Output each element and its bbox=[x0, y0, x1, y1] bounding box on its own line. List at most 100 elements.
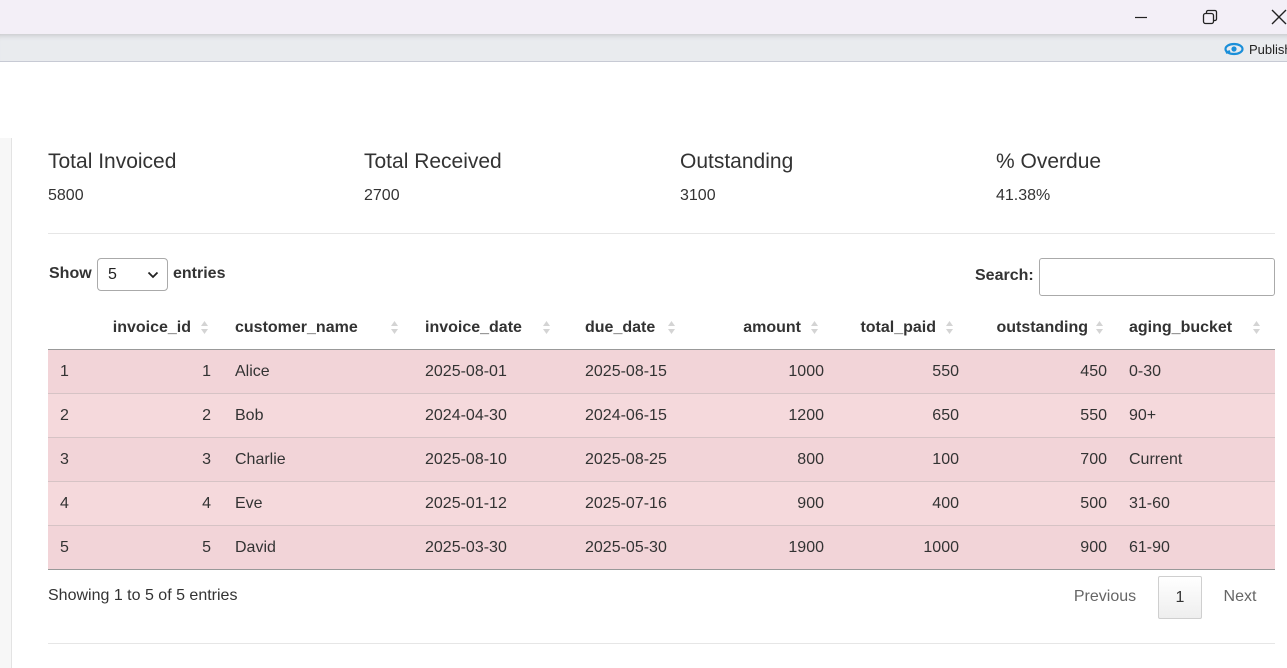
publish-icon bbox=[1224, 42, 1244, 56]
outstanding-cell: 700 bbox=[968, 437, 1116, 482]
column-header-invoice-id[interactable]: invoice_id bbox=[98, 306, 223, 350]
table-row[interactable]: 1 1 Alice 2025-08-01 2025-08-15 1000 550… bbox=[48, 349, 1275, 394]
invoice-id-cell: 5 bbox=[98, 525, 223, 570]
outstanding-cell: 900 bbox=[968, 525, 1116, 570]
divider bbox=[48, 643, 1275, 644]
row-index-cell: 1 bbox=[60, 362, 69, 380]
invoice-id-cell: 3 bbox=[98, 437, 223, 482]
kpi-percent-overdue-label: % Overdue bbox=[996, 150, 1102, 173]
column-header-label: aging_bucket bbox=[1129, 318, 1233, 336]
customer-name-cell: Eve bbox=[223, 481, 413, 526]
sort-icon bbox=[1253, 321, 1260, 334]
column-header-invoice-date[interactable]: invoice_date bbox=[413, 306, 573, 350]
amount-cell: 1900 bbox=[698, 525, 833, 570]
total-paid-cell: 650 bbox=[833, 393, 968, 438]
column-header-outstanding[interactable]: outstanding bbox=[968, 306, 1116, 350]
kpi-total-invoiced-label: Total Invoiced bbox=[48, 150, 177, 173]
search-label: Search: bbox=[975, 267, 1034, 284]
amount-cell: 1000 bbox=[788, 362, 824, 380]
due-date-cell: 2025-08-15 bbox=[585, 362, 667, 380]
outstanding-cell: 450 bbox=[1080, 362, 1107, 380]
entries-label: entries bbox=[173, 265, 226, 282]
sort-icon bbox=[668, 321, 675, 334]
sort-icon bbox=[1096, 321, 1103, 334]
column-header-amount[interactable]: amount bbox=[698, 306, 833, 350]
customer-name-cell: Alice bbox=[235, 362, 270, 380]
close-icon bbox=[1271, 9, 1287, 25]
invoice-date-cell: 2025-08-10 bbox=[413, 437, 573, 482]
invoice-date-cell: 2025-03-30 bbox=[413, 525, 573, 570]
kpi-total-received-value: 2700 bbox=[364, 187, 400, 204]
aging-bucket-cell: 61-90 bbox=[1116, 525, 1275, 570]
kpi-percent-overdue-value: 41.38% bbox=[996, 187, 1051, 204]
invoice-id-cell: 1 bbox=[202, 362, 211, 380]
show-label: Show bbox=[49, 265, 92, 282]
sidebar-panel-edge bbox=[0, 138, 12, 668]
sort-icon bbox=[543, 321, 550, 334]
customer-name-cell: David bbox=[223, 525, 413, 570]
invoice-date-cell: 2025-08-01 bbox=[425, 362, 507, 380]
sort-icon bbox=[811, 321, 818, 334]
minimize-icon bbox=[1135, 16, 1147, 19]
invoice-id-cell: 4 bbox=[98, 481, 223, 526]
sort-icon bbox=[946, 321, 953, 334]
pagination-next-button[interactable]: Next bbox=[1212, 577, 1268, 617]
kpi-outstanding-label: Outstanding bbox=[680, 150, 794, 173]
outstanding-cell: 550 bbox=[968, 393, 1116, 438]
sort-icon bbox=[201, 321, 208, 334]
total-paid-cell: 1000 bbox=[833, 525, 968, 570]
column-header-label: due_date bbox=[585, 318, 656, 336]
table-row[interactable]: 3 3 Charlie 2025-08-10 2025-08-25 800 10… bbox=[48, 437, 1275, 482]
table-row[interactable]: 5 5 David 2025-03-30 2025-05-30 1900 100… bbox=[48, 525, 1275, 570]
due-date-cell: 2024-06-15 bbox=[573, 393, 698, 438]
table-row[interactable]: 4 4 Eve 2025-01-12 2025-07-16 900 400 50… bbox=[48, 481, 1275, 526]
invoice-date-cell: 2024-04-30 bbox=[413, 393, 573, 438]
viewer-toolbar: Publish bbox=[0, 34, 1287, 62]
table-row[interactable]: 2 2 Bob 2024-04-30 2024-06-15 1200 650 5… bbox=[48, 393, 1275, 438]
search-input[interactable] bbox=[1039, 258, 1275, 296]
total-paid-cell: 100 bbox=[833, 437, 968, 482]
amount-cell: 900 bbox=[698, 481, 833, 526]
minimize-button[interactable] bbox=[1118, 0, 1164, 34]
outstanding-cell: 500 bbox=[968, 481, 1116, 526]
column-header-due-date[interactable]: due_date bbox=[573, 306, 698, 350]
pagination-previous-button[interactable]: Previous bbox=[1063, 577, 1147, 617]
aging-bucket-cell: 0-30 bbox=[1129, 362, 1162, 380]
pagination-page-1[interactable]: 1 bbox=[1158, 576, 1202, 619]
column-header-customer-name[interactable]: customer_name bbox=[223, 306, 413, 350]
amount-cell: 800 bbox=[698, 437, 833, 482]
total-paid-cell: 400 bbox=[833, 481, 968, 526]
row-index-header bbox=[48, 306, 98, 350]
column-header-aging-bucket[interactable]: aging_bucket bbox=[1116, 306, 1275, 350]
divider bbox=[48, 233, 1275, 234]
row-index-cell: 3 bbox=[48, 437, 98, 482]
aging-bucket-cell: Current bbox=[1116, 437, 1275, 482]
column-header-total-paid[interactable]: total_paid bbox=[833, 306, 968, 350]
sort-icon bbox=[391, 321, 398, 334]
table-info: Showing 1 to 5 of 5 entries bbox=[48, 587, 238, 604]
column-header-label: amount bbox=[743, 318, 801, 336]
invoice-table: invoice_id customer_name invoice_date du… bbox=[48, 306, 1275, 570]
invoice-id-cell: 2 bbox=[98, 393, 223, 438]
close-button[interactable] bbox=[1256, 0, 1287, 34]
kpi-total-invoiced-value: 5800 bbox=[48, 187, 84, 204]
entries-length-select[interactable]: 5 bbox=[97, 258, 168, 291]
publish-button[interactable]: Publish bbox=[1224, 40, 1287, 58]
restore-icon bbox=[1202, 9, 1218, 25]
window-titlebar bbox=[0, 0, 1287, 34]
entries-length-value: 5 bbox=[108, 266, 117, 283]
row-index-cell: 4 bbox=[48, 481, 98, 526]
aging-bucket-cell: 90+ bbox=[1116, 393, 1275, 438]
table-header-row: invoice_id customer_name invoice_date du… bbox=[48, 306, 1275, 350]
row-index-cell: 2 bbox=[48, 393, 98, 438]
column-header-label: invoice_date bbox=[425, 318, 522, 336]
publish-label: Publish bbox=[1249, 41, 1287, 57]
total-paid-cell: 550 bbox=[932, 362, 959, 380]
row-index-cell: 5 bbox=[48, 525, 98, 570]
amount-cell: 1200 bbox=[698, 393, 833, 438]
due-date-cell: 2025-08-25 bbox=[573, 437, 698, 482]
due-date-cell: 2025-05-30 bbox=[573, 525, 698, 570]
chevron-down-icon bbox=[147, 271, 159, 279]
restore-button[interactable] bbox=[1187, 0, 1233, 34]
due-date-cell: 2025-07-16 bbox=[573, 481, 698, 526]
